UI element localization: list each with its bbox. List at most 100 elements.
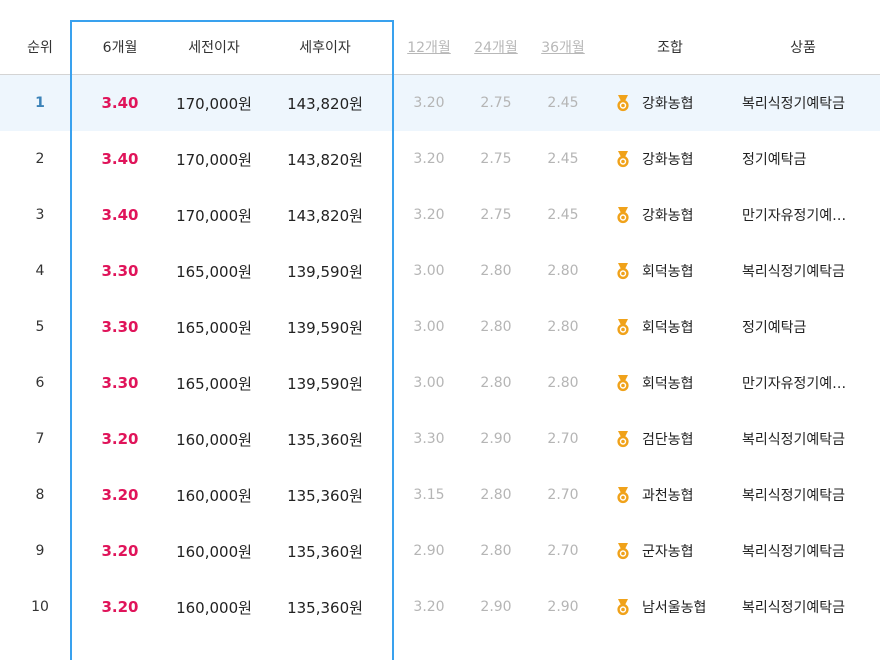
table-row[interactable]: 3 3.40 170,000원 143,820원 3.20 2.75 2.45 강화농협 만기자… <box>0 187 880 243</box>
rate-24-months: 2.75 <box>480 95 512 111</box>
union-name: 강화농협 <box>642 208 694 224</box>
medal-icon <box>617 375 629 392</box>
rate-24-months: 2.80 <box>480 487 512 503</box>
pre-tax-interest: 160,000원 <box>176 486 252 505</box>
post-tax-interest: 143,820원 <box>287 94 363 113</box>
rank-number: 2 <box>35 151 45 167</box>
union-name: 강화농협 <box>642 152 694 168</box>
table-row[interactable]: 7 3.20 160,000원 135,360원 3.30 2.90 2.70 검단농협 복리식… <box>0 411 880 467</box>
post-tax-interest: 143,820원 <box>287 206 363 225</box>
rate-24-months: 2.80 <box>480 375 512 391</box>
pre-tax-interest: 160,000원 <box>176 598 252 617</box>
rate-6-months: 3.30 <box>101 318 139 336</box>
rate-6-months: 3.40 <box>101 206 139 224</box>
pre-tax-interest: 170,000원 <box>176 150 252 169</box>
medal-icon <box>617 431 629 448</box>
union-name: 강화농협 <box>642 96 694 112</box>
rate-12-months: 3.30 <box>413 431 445 447</box>
table-row[interactable]: 5 3.30 165,000원 139,590원 3.00 2.80 2.80 회덕농협 정기예… <box>0 299 880 355</box>
table-row[interactable]: 2 3.40 170,000원 143,820원 3.20 2.75 2.45 강화농협 정기예… <box>0 131 880 187</box>
medal-icon <box>617 151 629 168</box>
rate-36-months: 2.80 <box>547 375 579 391</box>
table-row[interactable]: 6 3.30 165,000원 139,590원 3.00 2.80 2.80 회덕농협 만기자… <box>0 355 880 411</box>
rate-6-months: 3.20 <box>101 542 139 560</box>
product-name[interactable]: 복리식정기예탁금 <box>742 261 845 281</box>
product-name[interactable]: 만기자유정기예… <box>742 205 846 225</box>
union-name: 남서울농협 <box>642 600 707 616</box>
rate-12-months: 3.00 <box>413 375 445 391</box>
union-name: 회덕농협 <box>642 320 694 336</box>
table-row[interactable]: 10 3.20 160,000원 135,360원 3.20 2.90 2.90 남서울농협 복… <box>0 579 880 635</box>
rate-36-months: 2.45 <box>547 151 579 167</box>
pre-tax-interest: 165,000원 <box>176 262 252 281</box>
union-name: 회덕농협 <box>642 264 694 280</box>
union-name: 과천농협 <box>642 488 694 504</box>
table-row[interactable]: 1 3.40 170,000원 143,820원 3.20 2.75 2.45 강화농협 복리식… <box>0 75 880 131</box>
table-row[interactable]: 8 3.20 160,000원 135,360원 3.15 2.80 2.70 과천농협 복리식… <box>0 467 880 523</box>
product-name[interactable]: 정기예탁금 <box>742 149 806 169</box>
header-union: 조합 <box>657 40 683 56</box>
rate-12-months: 3.00 <box>413 263 445 279</box>
post-tax-interest: 143,820원 <box>287 150 363 169</box>
union-name: 회덕농협 <box>642 376 694 392</box>
rate-6-months: 3.40 <box>101 94 139 112</box>
rate-6-months: 3.20 <box>101 598 139 616</box>
rate-24-months: 2.90 <box>480 431 512 447</box>
pre-tax-interest: 170,000원 <box>176 94 252 113</box>
table-row[interactable]: 9 3.20 160,000원 135,360원 2.90 2.80 2.70 군자농협 복리식… <box>0 523 880 579</box>
rate-24-months: 2.90 <box>480 599 512 615</box>
rate-36-months: 2.45 <box>547 207 579 223</box>
rate-12-months: 3.00 <box>413 319 445 335</box>
rank-number: 10 <box>31 599 49 615</box>
post-tax-interest: 139,590원 <box>287 262 363 281</box>
header-36-months-link[interactable]: 36개월 <box>530 20 596 74</box>
product-name[interactable]: 정기예탁금 <box>742 317 806 337</box>
medal-icon <box>617 599 629 616</box>
rate-6-months: 3.40 <box>101 150 139 168</box>
header-6-months[interactable]: 6개월 <box>72 20 168 74</box>
medal-icon <box>617 263 629 280</box>
table-row[interactable]: 4 3.30 165,000원 139,590원 3.00 2.80 2.80 회덕농협 복리식… <box>0 243 880 299</box>
union-name: 군자농협 <box>642 544 694 560</box>
rate-36-months: 2.90 <box>547 599 579 615</box>
rank-number: 9 <box>35 543 45 559</box>
header-12-months-link[interactable]: 12개월 <box>396 20 462 74</box>
rate-6-months: 3.20 <box>101 486 139 504</box>
rank-number: 5 <box>35 319 45 335</box>
rate-24-months: 2.80 <box>480 319 512 335</box>
medal-icon <box>617 319 629 336</box>
rank-number: 7 <box>35 431 45 447</box>
rate-6-months: 3.20 <box>101 430 139 448</box>
medal-icon <box>617 207 629 224</box>
product-name[interactable]: 복리식정기예탁금 <box>742 485 845 505</box>
post-tax-interest: 135,360원 <box>287 486 363 505</box>
rank-number: 6 <box>35 375 45 391</box>
post-tax-interest: 135,360원 <box>287 430 363 449</box>
rate-24-months: 2.75 <box>480 151 512 167</box>
rate-36-months: 2.70 <box>547 487 579 503</box>
post-tax-interest: 139,590원 <box>287 318 363 337</box>
header-pre-tax-interest: 세전이자 <box>188 40 240 56</box>
header-post-tax-interest: 세후이자 <box>299 40 351 56</box>
medal-icon <box>617 487 629 504</box>
rate-24-months: 2.80 <box>480 263 512 279</box>
rate-36-months: 2.45 <box>547 95 579 111</box>
header-rank[interactable]: 순위 <box>10 20 70 74</box>
medal-icon <box>617 95 629 112</box>
post-tax-interest: 135,360원 <box>287 598 363 617</box>
header-24-months-link[interactable]: 24개월 <box>462 20 530 74</box>
rate-24-months: 2.75 <box>480 207 512 223</box>
post-tax-interest: 135,360원 <box>287 542 363 561</box>
table-header: 순위 6개월 세전이자 세후이자 12개월 24개월 36개월 조합 상품 <box>0 20 880 75</box>
product-name[interactable]: 복리식정기예탁금 <box>742 597 845 617</box>
rate-12-months: 3.20 <box>413 207 445 223</box>
product-name[interactable]: 만기자유정기예… <box>742 373 846 393</box>
pre-tax-interest: 170,000원 <box>176 206 252 225</box>
pre-tax-interest: 160,000원 <box>176 430 252 449</box>
rate-12-months: 3.20 <box>413 599 445 615</box>
rate-6-months: 3.30 <box>101 374 139 392</box>
product-name[interactable]: 복리식정기예탁금 <box>742 429 845 449</box>
rate-24-months: 2.80 <box>480 543 512 559</box>
product-name[interactable]: 복리식정기예탁금 <box>742 93 845 113</box>
product-name[interactable]: 복리식정기예탁금 <box>742 541 845 561</box>
